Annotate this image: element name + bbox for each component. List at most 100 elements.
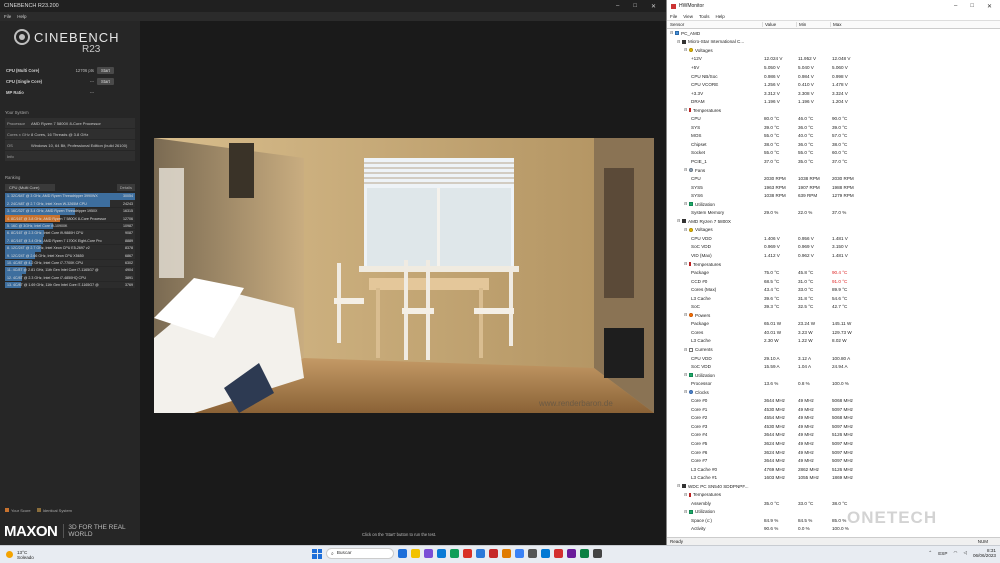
column-min[interactable]: Min <box>796 22 830 27</box>
sensor-group-row[interactable]: ⊟ Utilization <box>667 508 1000 517</box>
sensor-row[interactable]: L3 Cache #0 4769 MHz 2862 MHz 5126 MHz <box>667 465 1000 474</box>
sensor-row[interactable]: CPU VDD 29.10 A 3.12 A 100.80 A <box>667 354 1000 363</box>
collapse-icon[interactable]: ⊟ <box>684 347 688 352</box>
sensor-row[interactable]: CPU VCORE 1.256 V 0.410 V 1.478 V <box>667 80 1000 89</box>
taskbar-search[interactable]: ⌕ Buscar <box>326 548 394 559</box>
sensor-group-row[interactable]: ⊟ Utilization <box>667 371 1000 380</box>
ranking-item[interactable]: 3. 16C/32T @ 3.4 GHz, AMD Ryzen Threadri… <box>5 207 135 215</box>
taskbar-app-icon[interactable] <box>411 549 420 558</box>
start-multi-button[interactable]: Start <box>97 67 114 74</box>
collapse-icon[interactable]: ⊟ <box>684 492 688 497</box>
sensor-row[interactable]: Space (c:) 84.9 % 84.5 % 85.0 % <box>667 516 1000 525</box>
sensor-row[interactable]: Chipset 38.0 °C 36.0 °C 38.0 °C <box>667 140 1000 149</box>
sensor-row[interactable]: Core #1 4530 MHz 49 MHz 5097 MHz <box>667 405 1000 414</box>
sensor-row[interactable]: PCIE_1 37.0 °C 35.0 °C 37.0 °C <box>667 157 1000 166</box>
sensor-row[interactable]: System Memory 29.0 % 22.0 % 37.0 % <box>667 208 1000 217</box>
sensor-row[interactable]: MOS 55.0 °C 40.0 °C 57.0 °C <box>667 132 1000 141</box>
sensor-row[interactable]: SYS 39.0 °C 36.0 °C 39.0 °C <box>667 123 1000 132</box>
taskbar-app-icon[interactable] <box>476 549 485 558</box>
collapse-icon[interactable]: ⊟ <box>684 227 688 232</box>
sensor-row[interactable]: CPU 80.0 °C 46.0 °C 90.0 °C <box>667 114 1000 123</box>
sensor-row[interactable]: SoC 39.3 °C 32.5 °C 42.7 °C <box>667 303 1000 312</box>
collapse-icon[interactable]: ⊟ <box>684 373 688 377</box>
sensor-row[interactable]: Socket 55.0 °C 55.0 °C 60.0 °C <box>667 149 1000 158</box>
speaker-icon[interactable]: ◁ <box>963 550 967 556</box>
sensor-row[interactable]: SYS6 1038 RPM 639 RPM 1279 RPM <box>667 191 1000 200</box>
taskbar-app-icon[interactable] <box>463 549 472 558</box>
ranking-select[interactable]: CPU (Multi Core) <box>5 184 55 191</box>
taskbar-app-icon[interactable] <box>437 549 446 558</box>
sensor-row[interactable]: Assembly 35.0 °C 33.0 °C 38.0 °C <box>667 499 1000 508</box>
sensor-group-row[interactable]: ⊟ Utilization <box>667 200 1000 209</box>
sensor-row[interactable]: Core #7 3644 MHz 49 MHz 5097 MHz <box>667 456 1000 465</box>
sensor-row[interactable]: L3 Cache #1 1603 MHz 1055 MHz 1869 MHz <box>667 473 1000 482</box>
wifi-icon[interactable]: ◠ <box>953 550 957 556</box>
taskbar-app-icon[interactable] <box>554 549 563 558</box>
maximize-icon[interactable]: □ <box>633 3 637 10</box>
taskbar-app-icon[interactable] <box>398 549 407 558</box>
clock[interactable]: 8:31 06/06/2023 <box>973 548 996 558</box>
sensor-row[interactable]: CPU VDD 1.406 V 0.956 V 1.481 V <box>667 234 1000 243</box>
taskbar-app-icon[interactable] <box>489 549 498 558</box>
sensor-row[interactable]: Core #6 3624 MHz 49 MHz 5097 MHz <box>667 448 1000 457</box>
maximize-icon[interactable]: □ <box>970 3 974 10</box>
taskbar-app-icon[interactable] <box>593 549 602 558</box>
taskbar-app-icon[interactable] <box>580 549 589 558</box>
collapse-icon[interactable]: ⊟ <box>684 168 688 172</box>
menu-file[interactable]: File <box>670 14 677 19</box>
sensor-group-row[interactable]: ⊟ Clocks <box>667 388 1000 397</box>
sensor-row[interactable]: Package 75.0 °C 45.8 °C 90.4 °C <box>667 268 1000 277</box>
ranking-item[interactable]: 5. 16C @ 3GHz, Intel Core i9-10900K 10987 <box>5 222 135 230</box>
sensor-row[interactable]: DRAM 1.196 V 1.196 V 1.204 V <box>667 97 1000 106</box>
close-icon[interactable]: ✕ <box>651 3 656 10</box>
menu-help[interactable]: Help <box>17 14 26 19</box>
sensor-row[interactable]: Core #4 3644 MHz 49 MHz 5126 MHz <box>667 431 1000 440</box>
sensor-row[interactable]: Core #0 3644 MHz 49 MHz 5068 MHz <box>667 397 1000 406</box>
taskbar-app-icon[interactable] <box>528 549 537 558</box>
sensor-row[interactable]: SoC VDD 0.969 V 0.969 V 3.150 V <box>667 243 1000 252</box>
menu-tools[interactable]: Tools <box>699 14 710 19</box>
sensor-group-row[interactable]: ⊟ AMD Ryzen 7 5800X <box>667 217 1000 226</box>
ranking-item[interactable]: 6. 8C/16T @ 2.3 GHz, Intel Core i9-9880H… <box>5 229 135 237</box>
ranking-item[interactable]: 9. 12C/24T @ 2.66 GHz, Intel Xeon CPU X5… <box>5 252 135 259</box>
weather-widget[interactable]: 13°C Soleado <box>0 550 120 560</box>
ranking-item[interactable]: 8. 12C/24T @ 2.7 GHz, Intel Xeon CPU E5-… <box>5 244 135 252</box>
ranking-item[interactable]: 10. 4C/8T @ 4.2 GHz, Intel Core i7-7700K… <box>5 259 135 267</box>
sensor-row[interactable]: CPU NB/Soc 0.986 V 0.984 V 0.998 V <box>667 72 1000 81</box>
collapse-icon[interactable]: ⊟ <box>684 313 688 317</box>
chevron-up-icon[interactable]: ⌃ <box>928 550 932 556</box>
ranking-details-button[interactable]: Details <box>116 184 135 191</box>
sensor-group-row[interactable]: ⊟ Voltages <box>667 46 1000 55</box>
sensor-group-row[interactable]: ⊟ Powers <box>667 311 1000 320</box>
ranking-item[interactable]: 12. 4C/8T @ 2.3 GHz, Intel Core i7-4850H… <box>5 274 135 282</box>
sensor-row[interactable]: Cores (Max) 43.4 °C 33.0 °C 89.9 °C <box>667 285 1000 294</box>
ranking-item[interactable]: 2. 24C/48T @ 2.7 GHz, Intel Xeon W-3265M… <box>5 200 135 208</box>
sensor-row[interactable]: Package 65.01 W 23.24 W 145.11 W <box>667 320 1000 329</box>
sensor-group-row[interactable]: ⊟ WDC PC SN540 SDDPNPF... <box>667 482 1000 491</box>
ranking-item[interactable]: 1. 32C/64T @ 3 GHz, AMD Ryzen Threadripp… <box>5 193 135 200</box>
column-sensor[interactable]: Sensor <box>667 22 762 27</box>
sensor-row[interactable]: +12V 12.024 V 11.952 V 12.048 V <box>667 55 1000 64</box>
start-single-button[interactable]: Start <box>97 78 114 85</box>
sensor-group-row[interactable]: ⊟ Voltages <box>667 226 1000 235</box>
sensor-row[interactable]: SoC VDD 15.59 A 1.04 A 24.94 A <box>667 362 1000 371</box>
sensor-row[interactable]: Activity 90.6 % 0.0 % 100.0 % <box>667 525 1000 534</box>
sensor-row[interactable]: +5V 5.050 V 5.040 V 5.060 V <box>667 63 1000 72</box>
sensor-group-row[interactable]: ⊟ Micro-Star International C... <box>667 38 1000 47</box>
sensor-group-row[interactable]: ⊟ Temperatures <box>667 260 1000 269</box>
language-indicator[interactable]: ESP <box>938 551 947 556</box>
taskbar-app-icon[interactable] <box>502 549 511 558</box>
sensor-tree[interactable]: ⊟ PC_AMD ⊟ Micro-Star International C... ⊟ Vo… <box>667 29 1000 537</box>
taskbar-app-icon[interactable] <box>424 549 433 558</box>
collapse-icon[interactable]: ⊟ <box>670 31 674 35</box>
column-value[interactable]: Value <box>762 22 796 27</box>
sensor-row[interactable]: L3 Cache 39.6 °C 31.8 °C 54.6 °C <box>667 294 1000 303</box>
sensor-group-row[interactable]: ⊟ PC_AMD <box>667 29 1000 38</box>
minimize-icon[interactable]: – <box>954 3 957 10</box>
sensor-group-row[interactable]: ⊟ Temperatures <box>667 491 1000 500</box>
collapse-icon[interactable]: ⊟ <box>677 219 681 223</box>
menu-file[interactable]: File <box>4 14 11 19</box>
sensor-group-row[interactable]: ⊟ Temperatures <box>667 106 1000 115</box>
close-icon[interactable]: ✕ <box>987 3 992 10</box>
sensor-row[interactable]: Core #2 4554 MHz 49 MHz 5068 MHz <box>667 414 1000 423</box>
